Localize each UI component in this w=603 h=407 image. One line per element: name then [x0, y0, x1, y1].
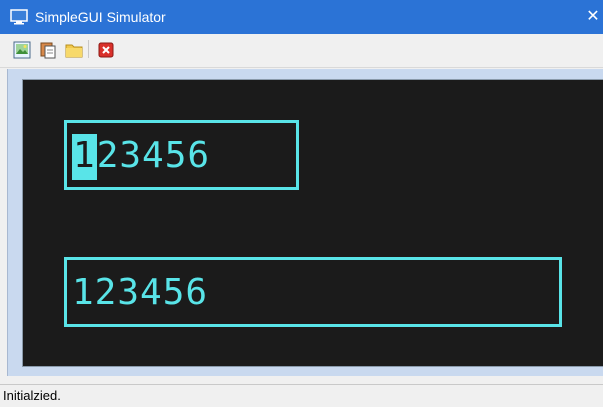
text-cursor: 1 — [72, 134, 97, 180]
lcd-frame: 123456 123456 — [7, 69, 603, 376]
save-image-button[interactable] — [10, 38, 34, 62]
title-bar[interactable]: SimpleGUI Simulator ✕ — [0, 0, 603, 34]
image-icon — [11, 40, 33, 60]
lcd-screen[interactable]: 123456 123456 — [22, 79, 603, 367]
close-red-icon — [95, 40, 117, 60]
textbox-value: 123456 — [72, 272, 209, 313]
close-window-button[interactable]: ✕ — [583, 0, 603, 34]
folder-icon — [63, 40, 85, 60]
window-title: SimpleGUI Simulator — [35, 9, 166, 25]
exit-button[interactable] — [94, 38, 118, 62]
toolbar — [0, 34, 603, 68]
open-folder-button[interactable] — [62, 38, 86, 62]
textbox-unfocused[interactable]: 123456 — [64, 257, 562, 327]
status-text: Initialzied. — [3, 388, 61, 403]
status-bar: Initialzied. — [0, 384, 603, 407]
copy-icon — [37, 40, 59, 60]
monitor-icon — [10, 9, 28, 25]
simplegui-simulator-window: SimpleGUI Simulator ✕ 123456 123456 Init… — [0, 0, 603, 407]
textbox-value: 123456 — [72, 134, 211, 180]
textbox-focused[interactable]: 123456 — [64, 120, 299, 190]
copy-button[interactable] — [36, 38, 60, 62]
toolbar-separator — [88, 40, 89, 58]
textbox-rest-text: 23456 — [96, 135, 211, 176]
